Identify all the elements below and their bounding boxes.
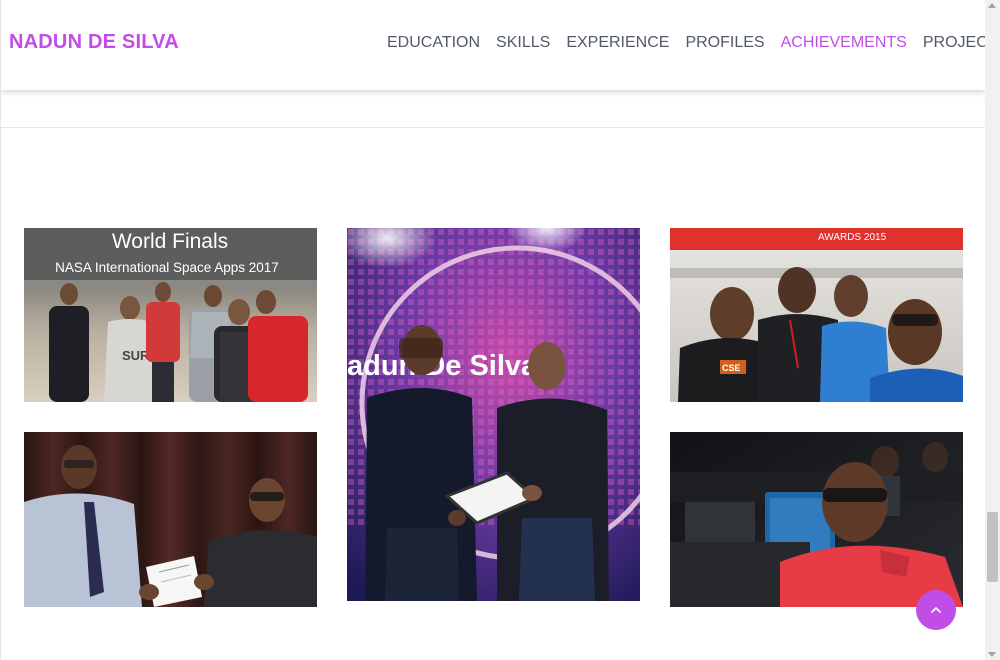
photo3-badge-text: CSE [722, 363, 741, 373]
page: NADUN DE SILVA EDUCATION SKILLS EXPERIEN… [0, 0, 1000, 660]
scroll-up-arrow-icon[interactable] [988, 3, 996, 8]
photo1-title-text: World Finals [112, 230, 228, 253]
nav-achievements[interactable]: ACHIEVEMENTS [781, 34, 907, 52]
photo3-banner-text: AWARDS 2015 [818, 232, 887, 243]
nav-experience[interactable]: EXPERIENCE [566, 34, 669, 52]
nav-links: EDUCATION SKILLS EXPERIENCE PROFILES ACH… [387, 34, 985, 52]
gallery-photo-awards-2015[interactable]: AWARDS 2015 CSE [670, 228, 963, 402]
photo-nasa-space-apps-image: World Finals NASA International Space Ap… [24, 228, 317, 402]
photo-award-stage-image: adun De Silva [347, 228, 640, 601]
photo-hackathon-image [670, 432, 963, 607]
gallery-photo-award-stage[interactable]: adun De Silva [347, 228, 640, 601]
photo-awards-2015-image: AWARDS 2015 CSE [670, 228, 963, 402]
photo1-subtitle-text: NASA International Space Apps 2017 [55, 260, 279, 275]
page-scrollbar[interactable] [985, 0, 1000, 660]
navbar: NADUN DE SILVA EDUCATION SKILLS EXPERIEN… [1, 0, 985, 90]
scroll-down-arrow-icon[interactable] [988, 652, 996, 657]
gallery-photo-nasa-space-apps[interactable]: World Finals NASA International Space Ap… [24, 228, 317, 402]
scroll-to-top-button[interactable] [916, 590, 956, 630]
gallery-photo-hackathon[interactable] [670, 432, 963, 607]
viewport: NADUN DE SILVA EDUCATION SKILLS EXPERIEN… [0, 0, 985, 660]
chevron-up-icon [931, 607, 941, 613]
gallery-photo-certificate[interactable] [24, 432, 317, 607]
nav-education[interactable]: EDUCATION [387, 34, 480, 52]
brand-logo[interactable]: NADUN DE SILVA [9, 31, 179, 54]
nav-profiles[interactable]: PROFILES [685, 34, 764, 52]
scrollbar-thumb[interactable] [987, 512, 998, 582]
section-divider [1, 127, 985, 128]
nav-projects[interactable]: PROJECTS [923, 34, 985, 52]
nav-skills[interactable]: SKILLS [496, 34, 550, 52]
photo-certificate-image [24, 432, 317, 607]
